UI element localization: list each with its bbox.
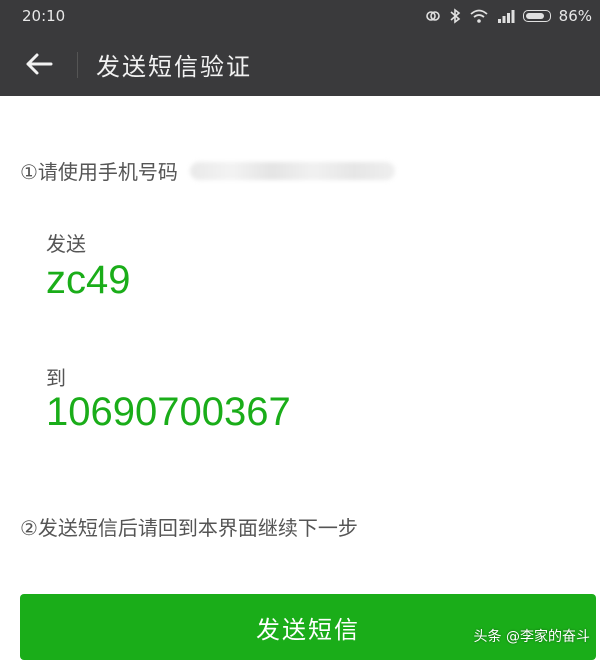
back-arrow-icon (26, 53, 53, 75)
battery-percent: 86% (558, 7, 592, 25)
bluetooth-icon (449, 8, 461, 24)
battery-fill (525, 13, 544, 19)
back-button[interactable] (0, 32, 78, 96)
status-bar: 20:10 86% (0, 0, 600, 32)
title-bar: 发送短信验证 (0, 32, 600, 96)
battery-icon (522, 10, 551, 22)
step1-text: ①请使用手机号码 (20, 160, 178, 184)
sms-code: zc49 (46, 258, 131, 302)
step1-instruction: ①请使用手机号码 (20, 156, 395, 185)
status-time: 20:10 (22, 7, 66, 25)
target-number: 10690700367 (46, 390, 291, 434)
step2-instruction: ②发送短信后请回到本界面继续下一步 (20, 516, 358, 540)
blurred-phone-number (189, 161, 395, 180)
page-title: 发送短信验证 (96, 52, 252, 81)
watermark: 头条 @李家的奋斗 (473, 629, 590, 645)
to-label: 到 (46, 366, 66, 390)
wifi-icon (469, 8, 489, 24)
nfc-icon (425, 8, 441, 24)
signal-icon (497, 9, 515, 23)
send-label: 发送 (46, 232, 86, 256)
status-icons: 86% (425, 7, 592, 25)
